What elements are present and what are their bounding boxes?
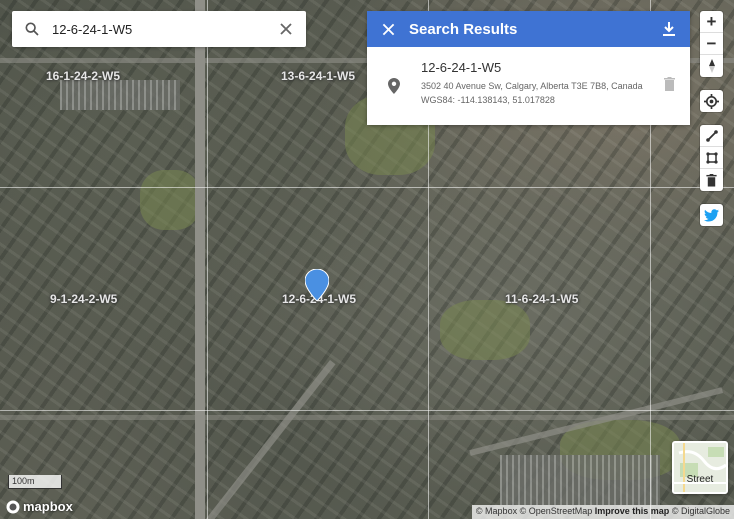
style-switcher-street[interactable]: Street <box>672 441 728 494</box>
style-switcher-label: Street <box>686 474 714 485</box>
search-results-panel: Search Results 12-6-24-1-W5 3502 40 Aven… <box>367 11 690 125</box>
compass-icon <box>708 59 715 73</box>
mapbox-attribution-link[interactable]: © Mapbox <box>476 506 517 516</box>
search-box <box>12 11 306 47</box>
street-map-thumbnail <box>674 443 726 492</box>
mapbox-logo-icon <box>6 500 20 513</box>
grid-label: 11-6-24-1-W5 <box>505 292 579 306</box>
download-button[interactable] <box>648 21 690 37</box>
close-results-button[interactable] <box>367 23 409 36</box>
close-icon <box>280 23 292 35</box>
grid-label: 16-1-24-2-W5 <box>46 69 121 83</box>
grid-line <box>207 0 208 519</box>
map-pin-icon <box>304 268 330 302</box>
road <box>195 0 205 519</box>
draw-controls <box>700 125 723 191</box>
draw-polygon-button[interactable] <box>700 147 723 169</box>
result-coordinates: WGS84: -114.138143, 51.017828 <box>421 95 555 105</box>
line-draw-icon <box>705 129 718 142</box>
osm-attribution-link[interactable]: © OpenStreetMap <box>520 506 593 516</box>
parking-lot <box>500 455 660 505</box>
clear-search-button[interactable] <box>266 22 306 36</box>
location-marker[interactable] <box>304 268 330 306</box>
grid-line <box>0 410 734 411</box>
zoom-controls: + − <box>700 11 723 77</box>
twitter-share-button[interactable] <box>700 204 723 226</box>
geolocate-control <box>700 90 723 112</box>
trash-icon <box>706 173 717 187</box>
result-address: 3502 40 Avenue Sw, Calgary, Alberta T3E … <box>421 81 643 91</box>
share-control <box>700 204 723 226</box>
search-icon[interactable] <box>12 21 52 37</box>
parking-lot <box>60 80 180 110</box>
location-pin-icon <box>367 47 421 125</box>
delete-drawing-button[interactable] <box>700 169 723 191</box>
park-area <box>140 170 200 230</box>
polygon-draw-icon <box>705 151 718 164</box>
grid-line <box>0 187 734 188</box>
draw-line-button[interactable] <box>700 125 723 147</box>
result-item[interactable]: 12-6-24-1-W5 3502 40 Avenue Sw, Calgary,… <box>367 47 690 125</box>
grid-label: 13-6-24-1-W5 <box>281 69 356 83</box>
result-name: 12-6-24-1-W5 <box>421 60 502 75</box>
search-input[interactable] <box>52 21 266 37</box>
scale-bar: 100m <box>8 475 62 489</box>
digitalglobe-attribution-link[interactable]: © DigitalGlobe <box>672 506 730 516</box>
download-icon <box>663 22 675 36</box>
compass-button[interactable] <box>700 55 723 77</box>
zoom-in-button[interactable]: + <box>700 11 723 33</box>
map-attribution: © Mapbox © OpenStreetMap Improve this ma… <box>471 505 734 519</box>
mapbox-logo[interactable]: mapbox <box>6 499 73 514</box>
park-area <box>440 300 530 360</box>
results-title: Search Results <box>409 20 518 38</box>
zoom-out-button[interactable]: − <box>700 33 723 55</box>
trash-icon <box>663 77 675 91</box>
twitter-icon <box>704 208 719 221</box>
improve-map-link[interactable]: Improve this map <box>595 506 670 516</box>
delete-result-button[interactable] <box>648 47 690 125</box>
crosshair-icon <box>704 93 719 109</box>
geolocate-button[interactable] <box>700 90 723 112</box>
logo-text: mapbox <box>23 499 73 514</box>
results-header: Search Results <box>367 11 690 47</box>
grid-label: 9-1-24-2-W5 <box>50 292 118 306</box>
close-icon <box>382 23 394 35</box>
